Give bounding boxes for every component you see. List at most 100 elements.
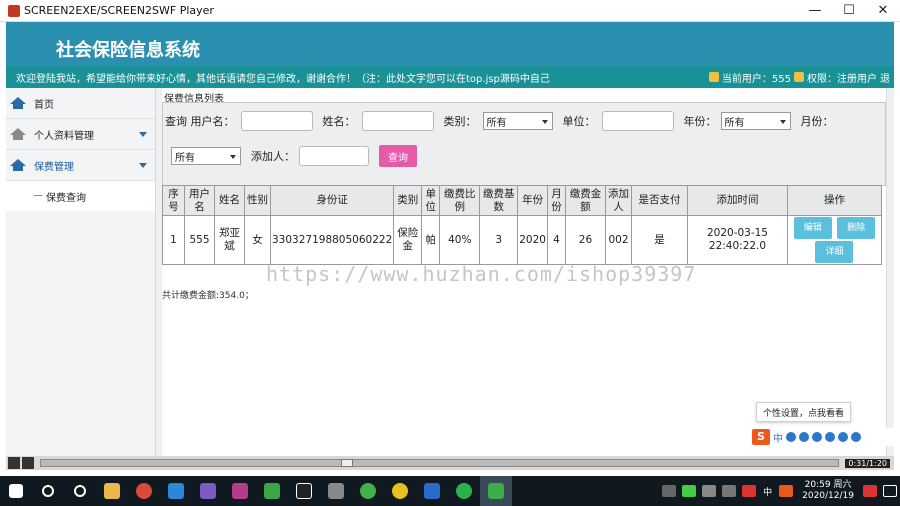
taskbar-app[interactable] [96,476,128,506]
category-select[interactable]: 所有 [482,112,553,130]
month-label: 月份： [800,115,834,128]
home-icon [10,128,26,140]
sogou-tray-icon[interactable] [779,485,794,497]
clock-time: 20:59 周六 [804,480,852,490]
app-tray-icon[interactable] [742,485,757,497]
clock-date: 2020/12/19 [802,491,854,501]
toolbox-icon[interactable] [851,432,861,442]
taskbar-app[interactable] [416,476,448,506]
player-controls: 0:31/1:20 [6,456,894,470]
adder-label: 添加人： [251,150,295,163]
maximize-button[interactable]: ☐ [832,3,866,18]
pause-icon[interactable] [8,457,20,469]
detail-button[interactable]: 详细 [815,241,854,263]
sidebar-subitem-premium-query[interactable]: 保费查询 [6,181,155,211]
cell-paid: 是 [630,215,688,265]
username-input[interactable] [240,111,313,131]
taskbar-app[interactable] [288,476,320,506]
app-icon [392,483,408,499]
window-titlebar: SCREEN2EXE/SCREEN2SWF Player — ☐ ✕ [0,0,900,22]
start-button[interactable] [0,476,32,506]
cell-adder: 002 [604,215,632,265]
home-icon [10,159,26,171]
app-icon [360,483,376,499]
name-input[interactable] [361,111,434,131]
query-button[interactable]: 查询 [379,145,417,167]
sidebar: 首页 个人资料管理 保费管理 保费查询 [6,88,156,456]
taskbar-app[interactable] [224,476,256,506]
permission: 权限：注册用户 [807,73,877,85]
permission-icon [794,72,804,82]
system-tray: 中 20:59 周六 2020/12/19 [659,476,900,506]
user-info: 当前用户：555 权限：注册用户 退 [708,70,894,85]
col-header: 单位 [421,185,441,216]
col-header: 用户名 [184,185,215,216]
col-header: 添加时间 [686,185,788,216]
sogou-logo-icon[interactable]: S [752,429,770,445]
folder-icon [104,483,120,499]
category-label: 类别： [443,115,477,128]
seek-bar[interactable] [40,459,840,467]
taskbar-app[interactable] [448,476,480,506]
taskbar-app[interactable] [160,476,192,506]
search-button[interactable] [64,476,96,506]
adder-input[interactable] [299,146,369,166]
sidebar-item-home[interactable]: 首页 [6,88,155,119]
chrome-icon [136,483,152,499]
rewind-icon[interactable] [22,457,34,469]
edit-button[interactable]: 编辑 [793,217,832,239]
close-button[interactable]: ✕ [866,3,900,18]
player-viewport: 社会保险信息系统 欢迎登陆我站，希望能给你带来好心情，其他话语请您自己修改，谢谢… [6,22,894,456]
cell-added-time: 2020-03-15 22:40:22.0 [686,215,788,265]
year-select[interactable]: 所有 [720,112,791,130]
battery-icon[interactable] [682,485,697,497]
notification-badge-icon[interactable] [863,485,877,497]
action-center-icon[interactable] [883,485,897,497]
notice-text: 欢迎登陆我站，希望能给你带来好心情，其他话语请您自己修改，谢谢合作！（注：此处文… [16,73,550,85]
people-icon[interactable] [662,485,677,497]
chevron-up-icon[interactable] [702,485,717,497]
vertical-scrollbar[interactable] [886,88,894,456]
col-header: 性别 [244,185,271,216]
year-label: 年份： [683,115,717,128]
keyboard-icon[interactable] [825,432,835,442]
month-select[interactable]: 所有 [171,147,241,165]
emoji-icon[interactable] [799,432,809,442]
windows-icon [9,484,23,498]
taskbar-app[interactable] [352,476,384,506]
sidebar-item-premium[interactable]: 保费管理 [6,150,155,181]
chevron-down-icon [139,131,147,137]
col-header: 是否支付 [630,185,688,216]
tools-icon [328,483,344,499]
seek-thumb[interactable] [341,459,353,467]
search-row-2: 所有 添加人： 查询 [165,145,417,167]
cell-rate: 40% [439,215,481,265]
cell-month: 4 [546,215,566,265]
taskbar-app[interactable] [256,476,288,506]
taskbar-app[interactable] [384,476,416,506]
minimize-button[interactable]: — [798,3,832,18]
current-user: 当前用户：555 [721,73,791,85]
cortana-button[interactable] [32,476,64,506]
cell-id-card: 330327198805060222 [269,215,395,265]
taskbar-app[interactable] [128,476,160,506]
logout-link[interactable]: 退 [880,70,890,85]
col-header: 年份 [517,185,548,216]
skin-icon[interactable] [838,432,848,442]
taskbar-app[interactable] [320,476,352,506]
search-panel: 查询 用户名： 姓名： 类别： 所有 单位： 年份： 所有 月份： 所有 添加人… [162,102,886,186]
delete-button[interactable]: 删除 [837,217,876,239]
volume-icon[interactable] [722,485,737,497]
taskbar-app[interactable] [192,476,224,506]
chevron-down-icon [139,162,147,168]
sidebar-item-profile[interactable]: 个人资料管理 [6,119,155,150]
tray-language[interactable]: 中 [763,485,772,498]
taskbar-app[interactable] [480,476,512,506]
app-icon [200,483,216,499]
ime-language[interactable]: 中 [773,430,783,445]
clock[interactable]: 20:59 周六 2020/12/19 [796,480,860,502]
microphone-icon[interactable] [812,432,822,442]
unit-input[interactable] [601,111,674,131]
search-row-1: 查询 用户名： 姓名： 类别： 所有 单位： 年份： 所有 月份： [165,111,834,131]
punctuation-icon[interactable] [786,432,796,442]
